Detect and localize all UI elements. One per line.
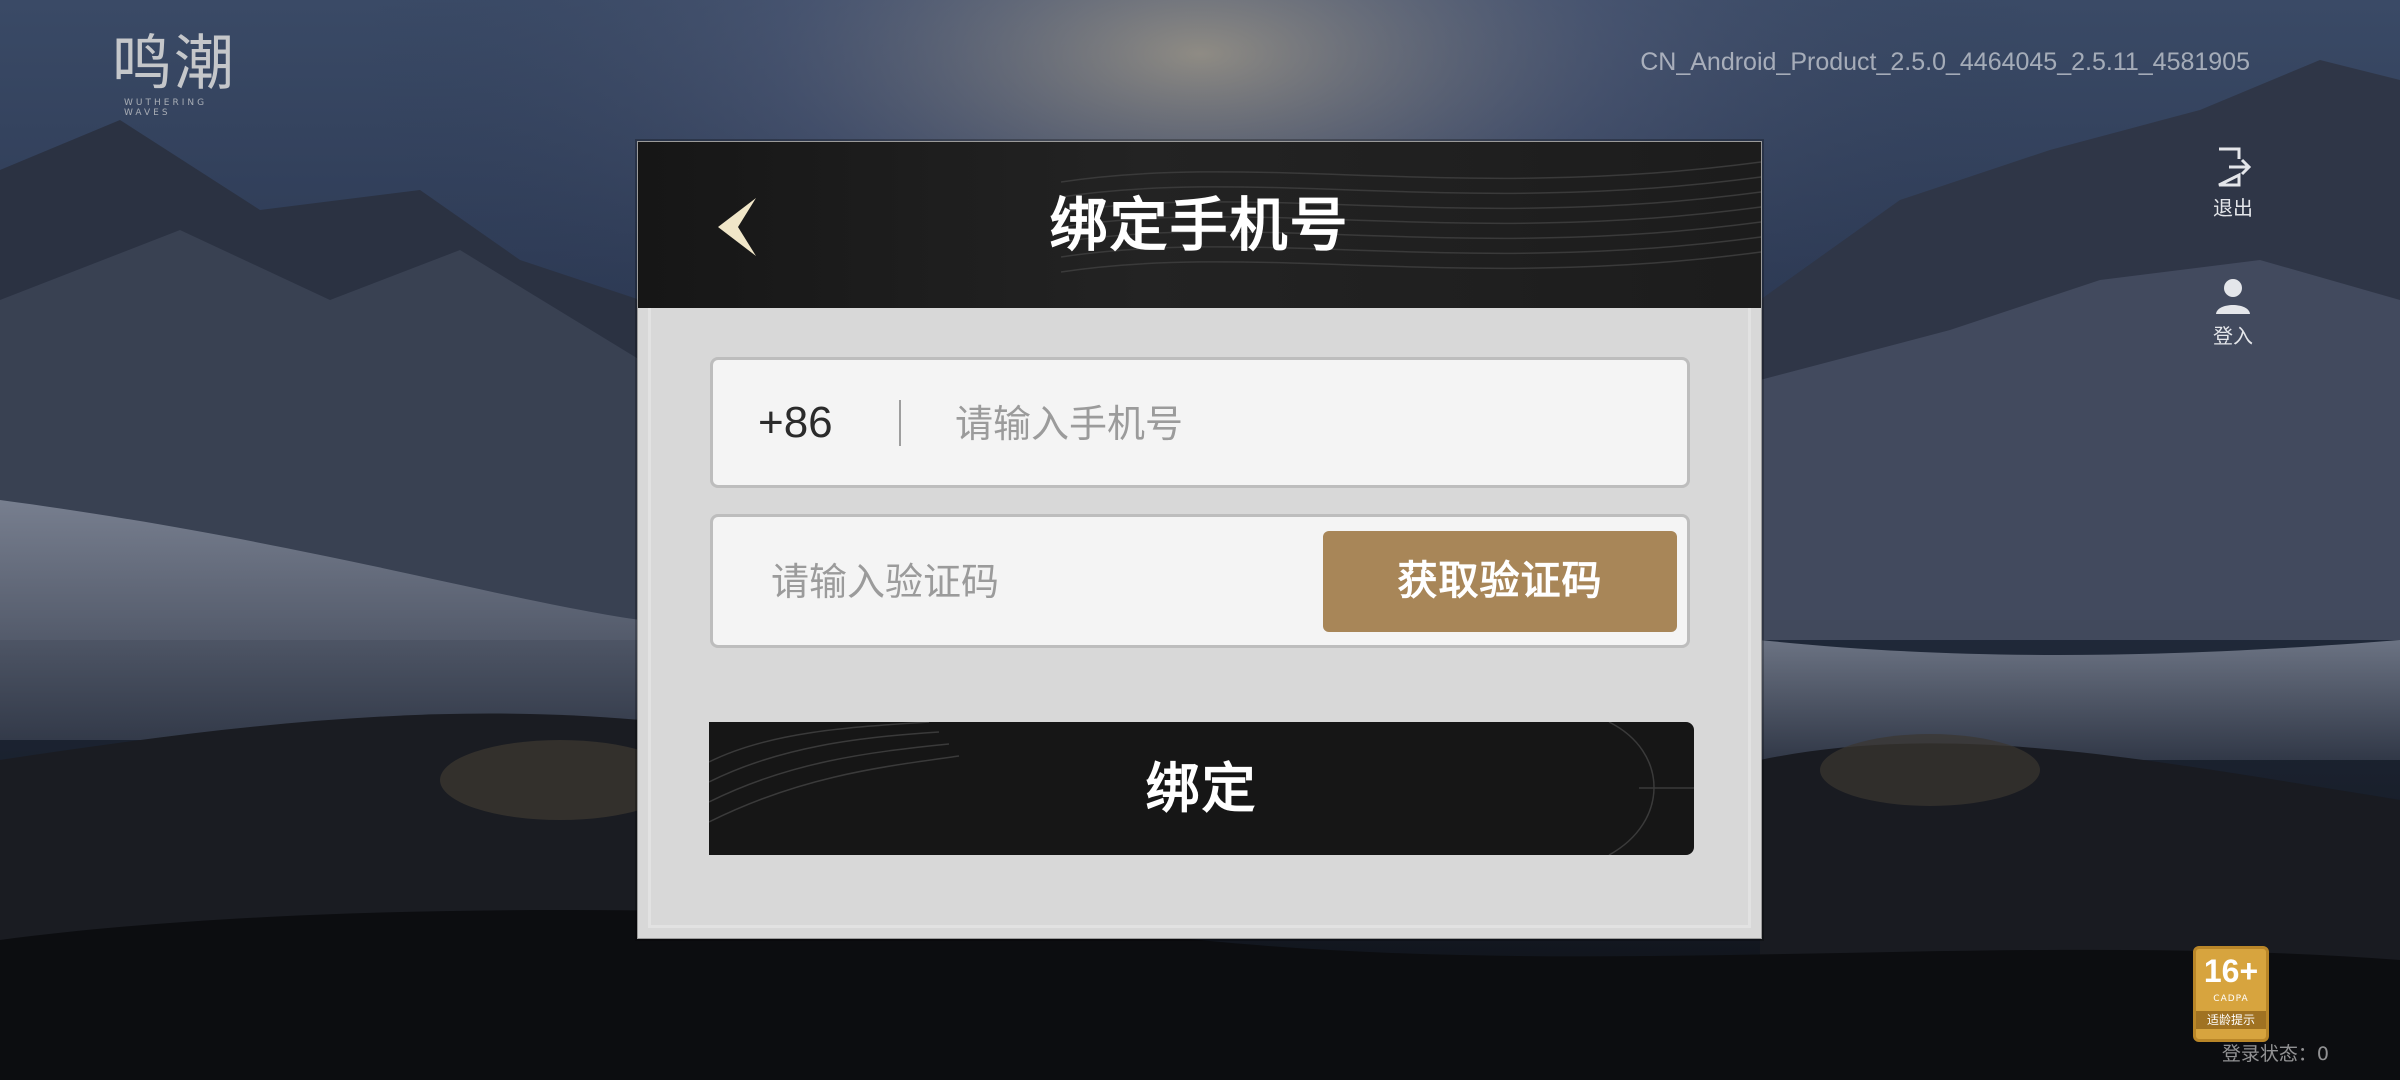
verification-code-input[interactable] bbox=[769, 517, 1293, 647]
get-code-button[interactable]: 获取验证码 bbox=[1323, 531, 1677, 632]
exit-button[interactable]: 退出 bbox=[2193, 146, 2273, 221]
bind-phone-dialog: 绑定手机号 +86 获取验证码 绑定 bbox=[637, 141, 1762, 939]
exit-label: 退出 bbox=[2213, 196, 2253, 220]
user-icon bbox=[2216, 279, 2250, 314]
bind-button[interactable]: 绑定 bbox=[709, 722, 1694, 855]
dialog-header: 绑定手机号 bbox=[638, 142, 1761, 308]
age-rating-org: CADPA bbox=[2213, 994, 2249, 1004]
logo-subtext: WUTHERING WAVES bbox=[124, 98, 208, 118]
version-label: CN_Android_Product_2.5.0_4464045_2.5.11_… bbox=[1640, 48, 2250, 76]
phone-field: +86 bbox=[710, 357, 1690, 488]
back-arrow-icon bbox=[718, 198, 756, 256]
field-divider bbox=[899, 400, 901, 446]
login-status: 登录状态：0 bbox=[2221, 1043, 2329, 1065]
login-button[interactable]: 登入 bbox=[2193, 276, 2273, 349]
age-rating-badge[interactable]: 16+ CADPA 适龄提示 bbox=[2193, 946, 2269, 1042]
age-rating-value: 16+ bbox=[2203, 953, 2259, 989]
logo-text: 鸣潮 bbox=[112, 29, 236, 99]
age-rating-tip: 适龄提示 bbox=[2196, 1011, 2266, 1029]
exit-icon bbox=[2218, 147, 2252, 187]
back-button[interactable] bbox=[708, 192, 768, 262]
login-label: 登入 bbox=[2213, 324, 2253, 348]
code-field: 获取验证码 bbox=[710, 514, 1690, 648]
dialog-title: 绑定手机号 bbox=[1049, 191, 1350, 259]
country-code[interactable]: +86 bbox=[758, 360, 833, 485]
bind-button-label: 绑定 bbox=[1145, 757, 1258, 820]
game-logo: 鸣潮 WUTHERING WAVES bbox=[112, 29, 242, 118]
phone-input[interactable] bbox=[953, 360, 1657, 487]
